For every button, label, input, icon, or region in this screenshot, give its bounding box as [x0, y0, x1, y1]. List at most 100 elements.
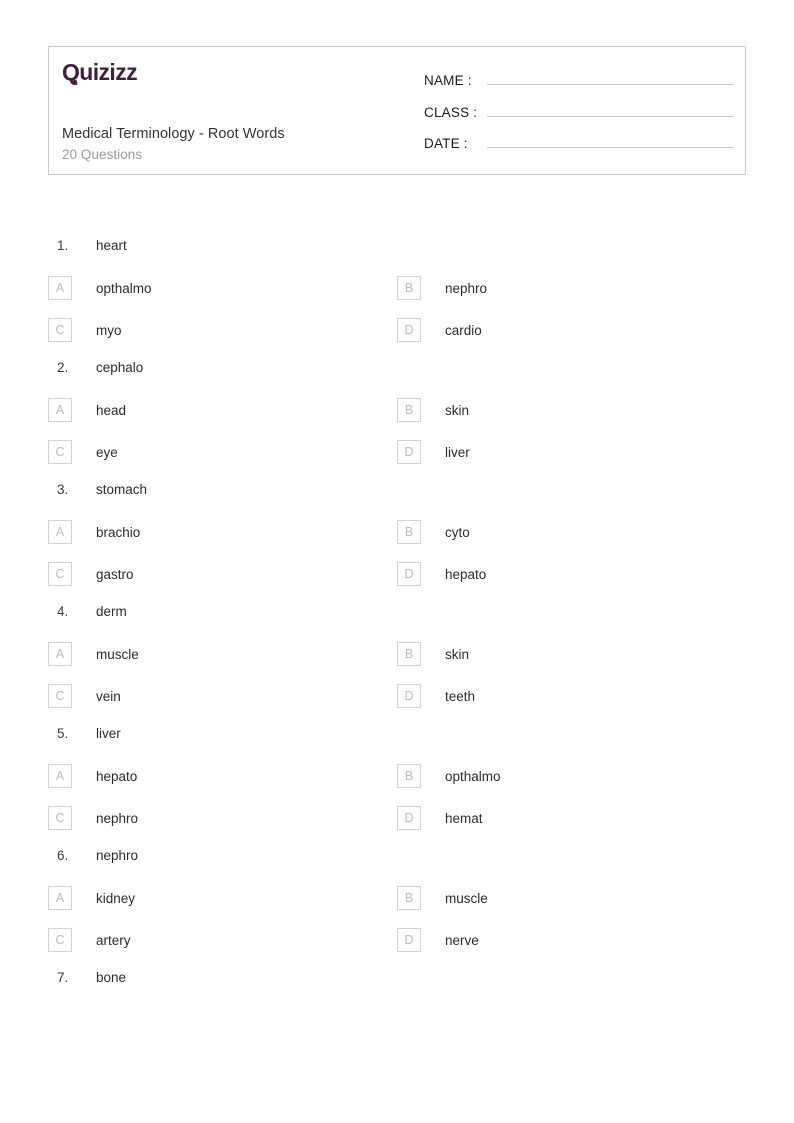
answer-option-label: vein [96, 688, 121, 704]
answer-options: Amuscle Bskin Cvein Dteeth [48, 642, 746, 708]
quiz-title: Medical Terminology - Root Words [62, 126, 285, 142]
name-field-label: NAME : [424, 73, 472, 88]
answer-option-letter-badge[interactable]: A [48, 398, 72, 422]
answer-option[interactable]: Aopthalmo [48, 276, 397, 300]
answer-option-label: nephro [96, 810, 139, 826]
answer-option-letter-badge[interactable]: B [397, 764, 421, 788]
answer-option[interactable]: Bskin [397, 398, 746, 422]
answer-option-label: cardio [445, 322, 482, 338]
question-prompt: derm [96, 604, 127, 619]
question-block: 2. cephalo Ahead Bskin Ceye Dliver [48, 360, 746, 464]
question-prompt: heart [96, 238, 127, 253]
answer-option-row: Cnephro Dhemat [48, 806, 746, 830]
quiz-question-count: 20 Questions [62, 147, 143, 162]
answer-option-letter-badge[interactable]: A [48, 764, 72, 788]
answer-option[interactable]: Dnerve [397, 928, 746, 952]
answer-option[interactable]: Abrachio [48, 520, 397, 544]
answer-option-row: Amuscle Bskin [48, 642, 746, 666]
answer-option-label: eye [96, 444, 118, 460]
answer-option-letter-badge[interactable]: D [397, 928, 421, 952]
answer-option-row: Ahepato Bopthalmo [48, 764, 746, 788]
answer-option-letter-badge[interactable]: C [48, 318, 72, 342]
worksheet-page: Quizizz Medical Terminology - Root Words… [0, 0, 794, 1123]
answer-option[interactable]: Dcardio [397, 318, 746, 342]
answer-option-letter-badge[interactable]: B [397, 642, 421, 666]
answer-option[interactable]: Bnephro [397, 276, 746, 300]
answer-option[interactable]: Dhepato [397, 562, 746, 586]
answer-option-letter-badge[interactable]: A [48, 520, 72, 544]
answer-option[interactable]: Ahead [48, 398, 397, 422]
answer-option[interactable]: Ahepato [48, 764, 397, 788]
question-heading: 2. cephalo [48, 360, 746, 388]
answer-option[interactable]: Akidney [48, 886, 397, 910]
question-heading: 1. heart [48, 238, 746, 266]
answer-option-label: gastro [96, 566, 134, 582]
question-block: 7. bone [48, 970, 746, 998]
answer-option[interactable]: Cmyo [48, 318, 397, 342]
question-number: 2. [57, 360, 69, 375]
question-number: 5. [57, 726, 69, 741]
answer-option-row: Abrachio Bcyto [48, 520, 746, 544]
answer-option[interactable]: Bcyto [397, 520, 746, 544]
answer-option-letter-badge[interactable]: C [48, 806, 72, 830]
question-heading: 6. nephro [48, 848, 746, 876]
answer-option-letter-badge[interactable]: D [397, 562, 421, 586]
answer-option-letter-badge[interactable]: A [48, 276, 72, 300]
question-number: 6. [57, 848, 69, 863]
question-prompt: bone [96, 970, 127, 985]
header-left-section: Quizizz Medical Terminology - Root Words… [49, 47, 409, 174]
answer-option[interactable]: Amuscle [48, 642, 397, 666]
answer-option[interactable]: Cgastro [48, 562, 397, 586]
class-field-input[interactable] [487, 101, 733, 117]
answer-option[interactable]: Bopthalmo [397, 764, 746, 788]
answer-option-letter-badge[interactable]: B [397, 886, 421, 910]
answer-option[interactable]: Cartery [48, 928, 397, 952]
answer-option-label: opthalmo [445, 768, 501, 784]
question-heading: 4. derm [48, 604, 746, 632]
answer-option[interactable]: Bskin [397, 642, 746, 666]
answer-option-label: opthalmo [96, 280, 152, 296]
question-number: 7. [57, 970, 69, 985]
answer-option[interactable]: Ceye [48, 440, 397, 464]
date-field-input[interactable] [487, 132, 733, 148]
answer-option-label: head [96, 402, 127, 418]
question-prompt: stomach [96, 482, 148, 497]
answer-option-letter-badge[interactable]: B [397, 520, 421, 544]
student-info-fields: NAME : CLASS : DATE : [409, 47, 745, 174]
answer-option[interactable]: Bmuscle [397, 886, 746, 910]
answer-option-letter-badge[interactable]: C [48, 928, 72, 952]
answer-option-letter-badge[interactable]: B [397, 276, 421, 300]
answer-option[interactable]: Cvein [48, 684, 397, 708]
answer-option-label: cyto [445, 524, 470, 540]
answer-option-label: brachio [96, 524, 141, 540]
name-field-input[interactable] [487, 69, 733, 85]
answer-option-letter-badge[interactable]: C [48, 440, 72, 464]
answer-option-label: hepato [96, 768, 138, 784]
answer-option-letter-badge[interactable]: B [397, 398, 421, 422]
question-block: 6. nephro Akidney Bmuscle Cartery Dnerve [48, 848, 746, 952]
answer-options: Ahepato Bopthalmo Cnephro Dhemat [48, 764, 746, 830]
question-prompt: liver [96, 726, 121, 741]
answer-option-letter-badge[interactable]: A [48, 642, 72, 666]
answer-option-letter-badge[interactable]: A [48, 886, 72, 910]
class-field-row: CLASS : [424, 101, 733, 120]
answer-option-label: skin [445, 402, 470, 418]
answer-option[interactable]: Dliver [397, 440, 746, 464]
answer-option-label: kidney [96, 890, 136, 906]
answer-option[interactable]: Cnephro [48, 806, 397, 830]
answer-option-letter-badge[interactable]: D [397, 684, 421, 708]
question-heading: 7. bone [48, 970, 746, 998]
answer-option[interactable]: Dhemat [397, 806, 746, 830]
answer-option-row: Akidney Bmuscle [48, 886, 746, 910]
answer-option-label: muscle [96, 646, 139, 662]
date-field-label: DATE : [424, 136, 468, 151]
answer-option-letter-badge[interactable]: C [48, 684, 72, 708]
question-heading: 3. stomach [48, 482, 746, 510]
answer-option-label: artery [96, 932, 131, 948]
answer-option-letter-badge[interactable]: C [48, 562, 72, 586]
answer-option-letter-badge[interactable]: D [397, 440, 421, 464]
quizizz-logo: Quizizz [62, 61, 138, 84]
answer-option[interactable]: Dteeth [397, 684, 746, 708]
answer-option-letter-badge[interactable]: D [397, 318, 421, 342]
answer-option-letter-badge[interactable]: D [397, 806, 421, 830]
